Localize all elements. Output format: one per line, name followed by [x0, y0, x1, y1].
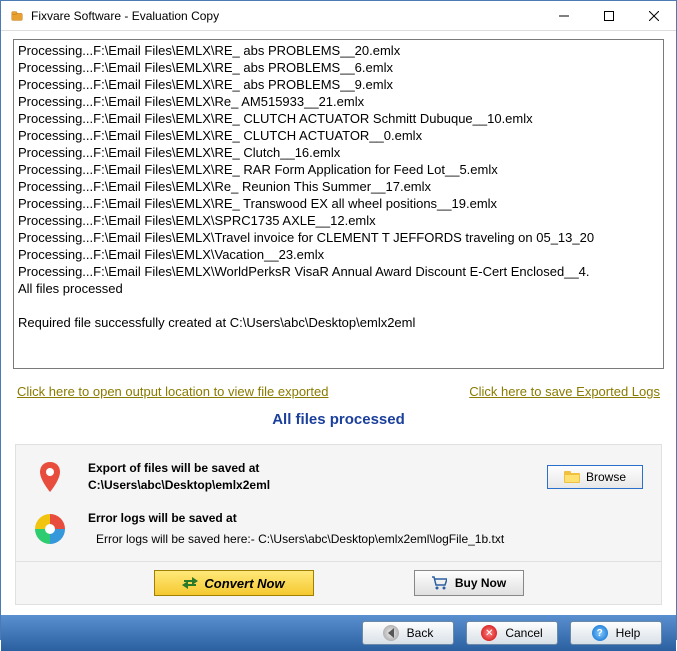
help-label: Help — [616, 626, 641, 640]
convert-icon — [182, 576, 198, 590]
error-label: Error logs will be saved at — [88, 510, 643, 527]
error-path: Error logs will be saved here:- C:\Users… — [88, 527, 643, 548]
browse-label: Browse — [586, 470, 626, 484]
export-location-row: Export of files will be saved at C:\User… — [34, 457, 643, 497]
location-pin-icon — [34, 461, 66, 493]
log-output[interactable] — [13, 39, 664, 369]
cancel-label: Cancel — [505, 626, 542, 640]
back-label: Back — [407, 626, 434, 640]
back-icon — [383, 625, 399, 641]
export-path: C:\Users\abc\Desktop\emlx2eml — [88, 477, 547, 494]
cancel-icon: ✕ — [481, 625, 497, 641]
settings-panel: Export of files will be saved at C:\User… — [15, 444, 662, 562]
save-logs-link[interactable]: Click here to save Exported Logs — [469, 384, 660, 399]
back-button[interactable]: Back — [362, 621, 454, 645]
pie-chart-icon — [34, 513, 66, 545]
error-log-row: Error logs will be saved at Error logs w… — [34, 509, 643, 549]
minimize-button[interactable] — [541, 1, 586, 30]
app-icon — [9, 8, 25, 24]
status-text: All files processed — [13, 407, 664, 444]
buy-label: Buy Now — [455, 576, 506, 590]
convert-label: Convert Now — [204, 576, 284, 591]
window-controls — [541, 1, 676, 30]
export-label: Export of files will be saved at — [88, 460, 547, 477]
browse-button[interactable]: Browse — [547, 465, 643, 489]
footer: Back ✕ Cancel ? Help — [1, 615, 676, 651]
close-button[interactable] — [631, 1, 676, 30]
folder-icon — [564, 471, 580, 483]
action-row: Convert Now Buy Now — [15, 562, 662, 605]
cart-icon — [431, 576, 447, 590]
cancel-button[interactable]: ✕ Cancel — [466, 621, 558, 645]
window-title: Fixvare Software - Evaluation Copy — [31, 9, 541, 23]
buy-button[interactable]: Buy Now — [414, 570, 524, 596]
help-icon: ? — [592, 625, 608, 641]
titlebar: Fixvare Software - Evaluation Copy — [1, 1, 676, 31]
help-button[interactable]: ? Help — [570, 621, 662, 645]
convert-button[interactable]: Convert Now — [154, 570, 314, 596]
maximize-button[interactable] — [586, 1, 631, 30]
open-output-link[interactable]: Click here to open output location to vi… — [17, 384, 328, 399]
